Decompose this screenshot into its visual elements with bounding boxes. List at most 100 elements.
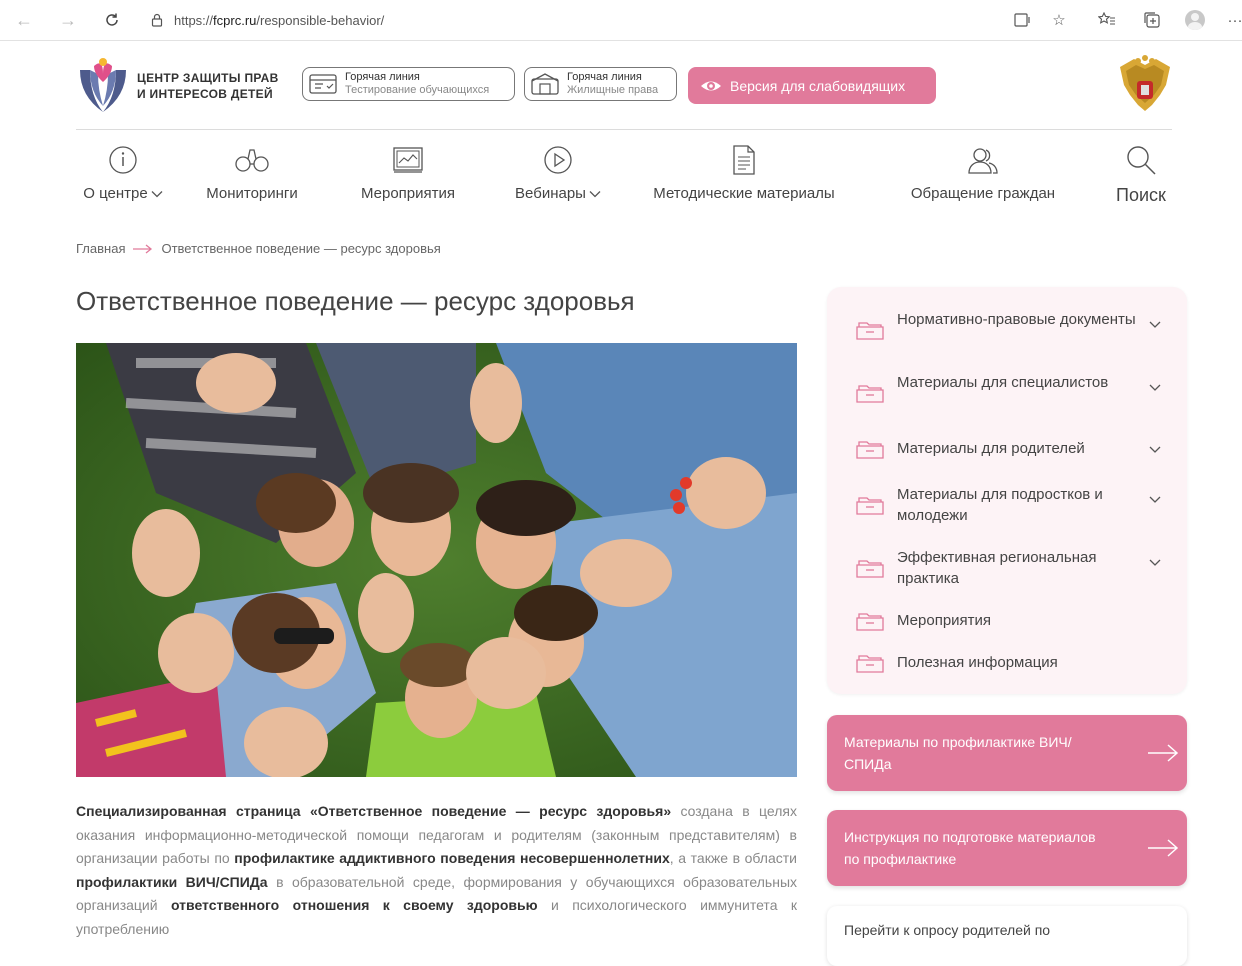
hotline-testing-sub: Тестирование обучающихся <box>345 84 490 96</box>
menu-appeals-label: Обращение граждан <box>910 185 1056 202</box>
chevron-down-icon[interactable] <box>1149 381 1161 393</box>
site-logo[interactable] <box>76 56 130 114</box>
article-text-2: , а также в области <box>669 850 797 866</box>
menu-methods[interactable]: Методические материалы <box>636 143 852 202</box>
logo-text[interactable]: ЦЕНТР ЗАЩИТЫ ПРАВ И ИНТЕРЕСОВ ДЕТЕЙ <box>137 70 279 102</box>
favorites-icon[interactable] <box>1096 9 1118 31</box>
sidebar-item-useful-info[interactable]: Полезная информация <box>827 652 1187 674</box>
sidebar-item-youth[interactable]: Материалы для подростков и молодежи <box>827 484 1187 526</box>
hotline-testing-button[interactable]: Горячая линия Тестирование обучающихся <box>302 67 515 101</box>
page-title: Ответственное поведение — ресурс здоровь… <box>76 286 635 316</box>
hotline-testing-title: Горячая линия <box>345 71 420 83</box>
hotline-testing-icon <box>309 74 337 94</box>
sidebar-item-label: Эффективная региональная практика <box>897 549 1097 587</box>
url-host: fcprc.ru <box>213 12 257 28</box>
hotline-housing-button[interactable]: Горячая линия Жилищные права <box>524 67 677 101</box>
chevron-down-icon[interactable] <box>1149 443 1161 455</box>
sidebar-menu: Нормативно-правовые документы Материалы … <box>827 287 1187 694</box>
hotline-housing-title: Горячая линия <box>567 71 642 83</box>
low-vision-button[interactable]: Версия для слабовидящих <box>688 67 936 104</box>
arrow-right-icon <box>1148 839 1179 857</box>
presentation-board-icon <box>393 147 423 173</box>
logo-line1: ЦЕНТР ЗАЩИТЫ ПРАВ <box>137 71 279 85</box>
menu-webinars[interactable]: Вебинары <box>506 143 610 202</box>
folder-icon <box>856 613 884 631</box>
hero-image <box>76 343 797 777</box>
sidebar-item-events[interactable]: Мероприятия <box>827 610 1187 632</box>
chevron-down-icon <box>151 191 163 198</box>
hotline-housing-icon <box>531 73 559 95</box>
article-bold-1: Специализированная страница «Ответственн… <box>76 803 672 819</box>
search-icon <box>1127 146 1156 175</box>
logo-line2: И ИНТЕРЕСОВ ДЕТЕЙ <box>137 87 273 101</box>
menu-search[interactable]: Поиск <box>1110 143 1172 206</box>
chevron-down-icon <box>589 191 601 198</box>
menu-events[interactable]: Мероприятия <box>350 143 466 202</box>
menu-about[interactable]: О центре <box>76 143 170 202</box>
chevron-down-icon[interactable] <box>1149 493 1161 505</box>
sidebar-item-label: Материалы для специалистов <box>897 374 1109 391</box>
arrow-right-icon <box>1148 744 1179 762</box>
menu-search-label: Поиск <box>1116 185 1166 205</box>
hiv-materials-card[interactable]: Материалы по профилактике ВИЧ/СПИДа <box>827 715 1187 791</box>
sidebar-item-specialists[interactable]: Материалы для специалистов <box>827 372 1187 414</box>
chevron-down-icon[interactable] <box>1149 318 1161 330</box>
info-icon <box>109 146 137 174</box>
eye-icon <box>701 81 721 90</box>
url-path: /responsible-behavior/ <box>256 12 385 28</box>
instruction-card[interactable]: Инструкция по подготовке материалов по п… <box>827 810 1187 886</box>
menu-webinars-label: Вебинары <box>515 185 586 202</box>
breadcrumb-home[interactable]: Главная <box>76 241 125 256</box>
forward-icon[interactable]: → <box>56 8 80 32</box>
menu-methods-label: Методические материалы <box>653 185 835 202</box>
sidebar-item-regional-practice[interactable]: Эффективная региональная практика <box>827 547 1187 589</box>
article-bold-2: профилактике аддиктивного поведения несо… <box>234 850 670 866</box>
article-bold-3: профилактики ВИЧ/СПИДа <box>76 873 268 890</box>
breadcrumb: Главная Ответственное поведение — ресурс… <box>76 241 441 256</box>
breadcrumb-current: Ответственное поведение — ресурс здоровь… <box>161 241 441 256</box>
parents-survey-card[interactable]: Перейти к опросу родителей по <box>827 906 1187 966</box>
sidebar-item-parents[interactable]: Материалы для родителей <box>827 438 1187 460</box>
more-menu-icon[interactable]: ··· <box>1228 9 1242 31</box>
folder-icon <box>856 560 884 578</box>
hiv-materials-label: Материалы по профилактике ВИЧ/СПИДа <box>844 734 1072 772</box>
users-icon <box>968 148 998 174</box>
binoculars-icon <box>235 149 269 172</box>
reload-icon[interactable] <box>100 8 124 32</box>
read-aloud-icon[interactable] <box>1012 9 1034 31</box>
lock-icon <box>151 13 163 27</box>
folder-icon <box>856 441 884 459</box>
folder-icon <box>856 497 884 515</box>
back-icon[interactable]: ← <box>12 8 36 32</box>
play-icon <box>544 146 572 174</box>
menu-appeals[interactable]: Обращение граждан <box>896 143 1070 202</box>
sidebar-item-label: Нормативно-правовые документы <box>897 311 1136 328</box>
article-bold-4: ответственного отношения к своему здоров… <box>170 897 538 913</box>
chevron-down-icon[interactable] <box>1149 556 1161 568</box>
menu-events-label: Мероприятия <box>360 185 456 202</box>
address-bar[interactable]: https://fcprc.ru/responsible-behavior/ <box>150 6 990 34</box>
coat-of-arms-icon <box>1116 55 1174 115</box>
menu-monitoring[interactable]: Мониторинги <box>195 143 309 202</box>
sidebar-item-label: Материалы для подростков и молодежи <box>897 486 1103 524</box>
profile-avatar[interactable] <box>1184 9 1206 31</box>
parents-survey-label: Перейти к опросу родителей по <box>844 922 1051 938</box>
hotline-housing-sub: Жилищные права <box>567 84 659 96</box>
folder-icon <box>856 322 884 340</box>
sidebar-item-legal-docs[interactable]: Нормативно-правовые документы <box>827 309 1187 351</box>
url-prefix: https:// <box>174 12 214 28</box>
arrow-right-icon <box>133 243 153 254</box>
sidebar-item-label: Материалы для родителей <box>897 440 1085 457</box>
sidebar-item-label: Мероприятия <box>897 612 992 629</box>
header-divider <box>76 129 1172 130</box>
folder-icon <box>856 655 884 673</box>
collections-icon[interactable] <box>1141 9 1163 31</box>
article-intro: Специализированная страница «Ответственн… <box>76 800 797 941</box>
instruction-label: Инструкция по подготовке материалов по п… <box>844 829 1096 867</box>
document-icon <box>733 145 755 175</box>
menu-monitoring-label: Мониторинги <box>206 185 298 202</box>
low-vision-label: Версия для слабовидящих <box>730 77 906 94</box>
favorite-add-icon[interactable]: ☆ <box>1048 9 1070 31</box>
browser-toolbar: ← → https://fcprc.ru/responsible-behavio… <box>0 0 1242 41</box>
menu-about-label: О центре <box>83 185 148 202</box>
